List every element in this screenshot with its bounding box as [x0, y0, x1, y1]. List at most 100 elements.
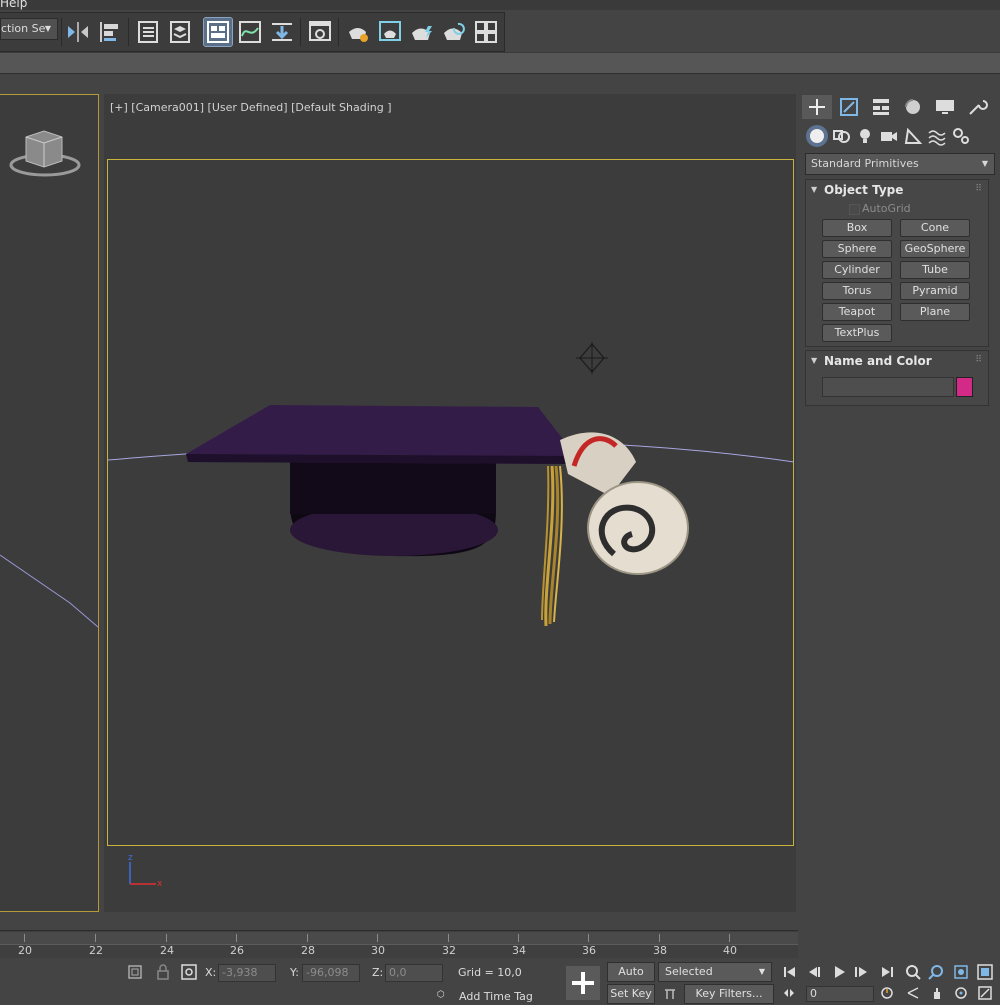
systems-icon[interactable] [950, 125, 972, 147]
zoom-extents-all-icon[interactable] [976, 963, 994, 981]
mirror-icon[interactable] [64, 18, 92, 46]
add-time-tag-label[interactable]: Add Time Tag [459, 990, 533, 1003]
isolate-selection-icon[interactable] [126, 963, 144, 981]
torus-button[interactable]: Torus [822, 282, 892, 300]
tick-mark [236, 934, 237, 942]
object-color-swatch[interactable] [956, 377, 973, 397]
object-type-title[interactable]: Object Type [824, 183, 903, 197]
absolute-mode-icon[interactable] [180, 963, 198, 981]
tube-button[interactable]: Tube [900, 261, 970, 279]
play-icon[interactable] [830, 963, 848, 981]
timeline-tick-label: 32 [442, 944, 456, 957]
teapot-button[interactable]: Teapot [822, 303, 892, 321]
track-bar[interactable] [0, 932, 798, 945]
pan-view-icon[interactable] [930, 986, 944, 1000]
textplus-button[interactable]: TextPlus [822, 324, 892, 342]
collapse-triangle-icon[interactable]: ▼ [811, 356, 817, 365]
drag-handle-icon[interactable]: ⠿ [975, 184, 982, 194]
toolbar-separator [61, 18, 62, 46]
axis-label-z: z [128, 853, 133, 863]
timeline-tick-label: 20 [18, 944, 32, 957]
scene-render: z x [107, 342, 795, 889]
zoom-all-icon[interactable] [928, 963, 946, 981]
helpers-icon[interactable] [902, 125, 924, 147]
modify-icon[interactable] [834, 95, 864, 119]
menu-bar: Help [0, 0, 1000, 10]
geosphere-button[interactable]: GeoSphere [900, 240, 970, 258]
key-filters-button[interactable]: Key Filters... [684, 984, 774, 1004]
render-setup-icon[interactable] [344, 18, 372, 46]
object-name-input[interactable] [822, 377, 954, 397]
selection-set-dropdown[interactable]: ction Se ▼ [0, 18, 58, 40]
timeline-tick-label: 38 [653, 944, 667, 957]
timeline-tick-label: 34 [512, 944, 526, 957]
collapse-triangle-icon[interactable]: ▼ [811, 185, 817, 194]
auto-key-button[interactable]: Auto Key [607, 962, 655, 996]
geometry-icon[interactable] [806, 125, 828, 147]
display-icon[interactable] [930, 95, 960, 119]
timeline-tick-label: 28 [301, 944, 315, 957]
cameras-icon[interactable] [878, 125, 900, 147]
maximize-viewport-icon[interactable] [978, 986, 992, 1000]
material-editor-icon[interactable] [306, 18, 334, 46]
graphite-toggle-icon[interactable] [203, 17, 233, 47]
key-mode-toggle-icon[interactable] [782, 986, 796, 1000]
next-frame-icon[interactable] [852, 963, 870, 981]
lights-icon[interactable] [854, 125, 876, 147]
selection-lock-icon[interactable] [154, 963, 172, 981]
drag-handle-icon[interactable]: ⠿ [975, 355, 982, 365]
menu-item-help[interactable]: Help [0, 0, 27, 10]
sphere-button[interactable]: Sphere [822, 240, 892, 258]
render-iterative-icon[interactable] [440, 18, 468, 46]
align-icon[interactable] [96, 18, 124, 46]
hierarchy-icon[interactable] [866, 95, 896, 119]
render-icon[interactable] [408, 18, 436, 46]
tick-mark [24, 934, 25, 942]
left-viewport[interactable] [0, 94, 99, 912]
time-configuration-icon[interactable] [880, 986, 894, 1000]
curve-editor-icon[interactable] [236, 18, 264, 46]
camera-target-icon[interactable] [576, 342, 608, 374]
zoom-extents-icon[interactable] [952, 963, 970, 981]
box-button[interactable]: Box [822, 219, 892, 237]
chevron-down-icon: ▼ [758, 967, 765, 976]
autogrid-checkbox[interactable] [849, 204, 860, 215]
set-key-button[interactable]: Set Key [607, 984, 655, 1004]
orbit-icon[interactable] [954, 986, 968, 1000]
name-and-color-title[interactable]: Name and Color [824, 354, 932, 368]
previous-frame-icon[interactable] [806, 963, 824, 981]
primitive-type-dropdown[interactable]: Standard Primitives ▼ [805, 153, 995, 175]
go-to-end-icon[interactable] [878, 963, 896, 981]
graduation-cap-model[interactable] [186, 405, 576, 557]
plane-button[interactable]: Plane [900, 303, 970, 321]
utilities-icon[interactable] [962, 95, 992, 119]
zoom-icon[interactable] [904, 963, 922, 981]
tassel-model[interactable] [541, 465, 563, 627]
field-of-view-icon[interactable] [906, 986, 920, 1000]
z-coordinate-field[interactable]: 0,0 [385, 964, 443, 982]
tick-mark [659, 934, 660, 942]
tick-mark [166, 934, 167, 942]
render-tiles-icon[interactable] [472, 18, 500, 46]
create-icon[interactable] [802, 95, 832, 119]
key-selection-dropdown[interactable]: Selected ▼ [658, 962, 772, 982]
diploma-scroll-model[interactable] [560, 432, 689, 575]
spacewarps-icon[interactable] [926, 125, 948, 147]
rendered-frame-icon[interactable] [376, 18, 404, 46]
time-tag-icon[interactable]: ⬡ [437, 990, 445, 1000]
pyramid-button[interactable]: Pyramid [900, 282, 970, 300]
toolbar-separator [300, 18, 301, 46]
layer-explorer-icon[interactable] [166, 18, 194, 46]
tick-mark [729, 934, 730, 942]
cone-button[interactable]: Cone [900, 219, 970, 237]
y-coordinate-field[interactable]: -96,098 [302, 964, 360, 982]
set-key-icon[interactable] [566, 966, 600, 1000]
schematic-view-icon[interactable] [268, 18, 296, 46]
motion-icon[interactable] [898, 95, 928, 119]
x-coordinate-field[interactable]: -3,938 [218, 964, 276, 982]
grid-size-label: Grid = 10,0 [458, 966, 522, 979]
shapes-icon[interactable] [830, 125, 852, 147]
cylinder-button[interactable]: Cylinder [822, 261, 892, 279]
scene-explorer-icon[interactable] [134, 18, 162, 46]
go-to-start-icon[interactable] [781, 963, 799, 981]
